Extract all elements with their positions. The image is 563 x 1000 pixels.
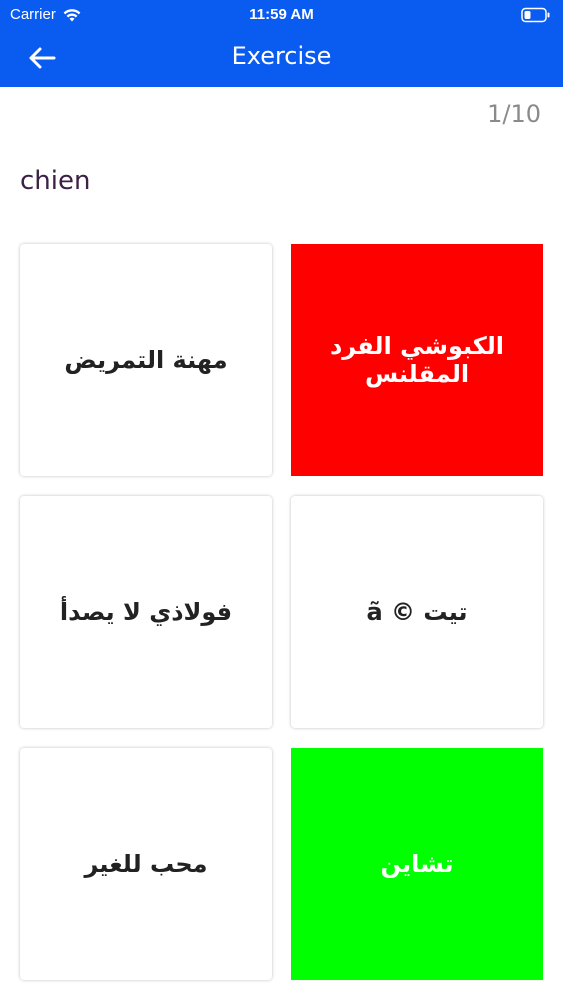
- answer-option-label: الكبوشي الفرد المقلنس: [329, 332, 505, 388]
- page-title: Exercise: [231, 42, 332, 70]
- answer-option-1[interactable]: مهنة التمريض: [20, 244, 272, 476]
- answer-option-5[interactable]: محب للغير: [20, 748, 272, 980]
- question-word: chien: [20, 166, 91, 196]
- answer-option-label: مهنة التمريض: [64, 346, 228, 374]
- answer-option-2[interactable]: الكبوشي الفرد المقلنس: [291, 244, 543, 476]
- answer-option-label: تشاين: [380, 850, 454, 878]
- answer-option-label: تيت © ã: [366, 598, 468, 626]
- battery-icon: [521, 7, 550, 23]
- status-bar: Carrier 11:59 AM: [0, 0, 563, 30]
- answer-option-label: محب للغير: [84, 850, 208, 878]
- answer-option-6[interactable]: تشاين: [291, 748, 543, 980]
- navigation-bar: Exercise: [0, 30, 563, 87]
- progress-counter: 1/10: [487, 100, 541, 128]
- app-header: Carrier 11:59 AM Exercise: [0, 0, 563, 87]
- answer-option-label: فولاذي لا يصدأ: [59, 598, 233, 626]
- answer-option-4[interactable]: تيت © ã: [291, 496, 543, 728]
- status-time: 11:59 AM: [249, 6, 314, 23]
- answer-option-3[interactable]: فولاذي لا يصدأ: [20, 496, 272, 728]
